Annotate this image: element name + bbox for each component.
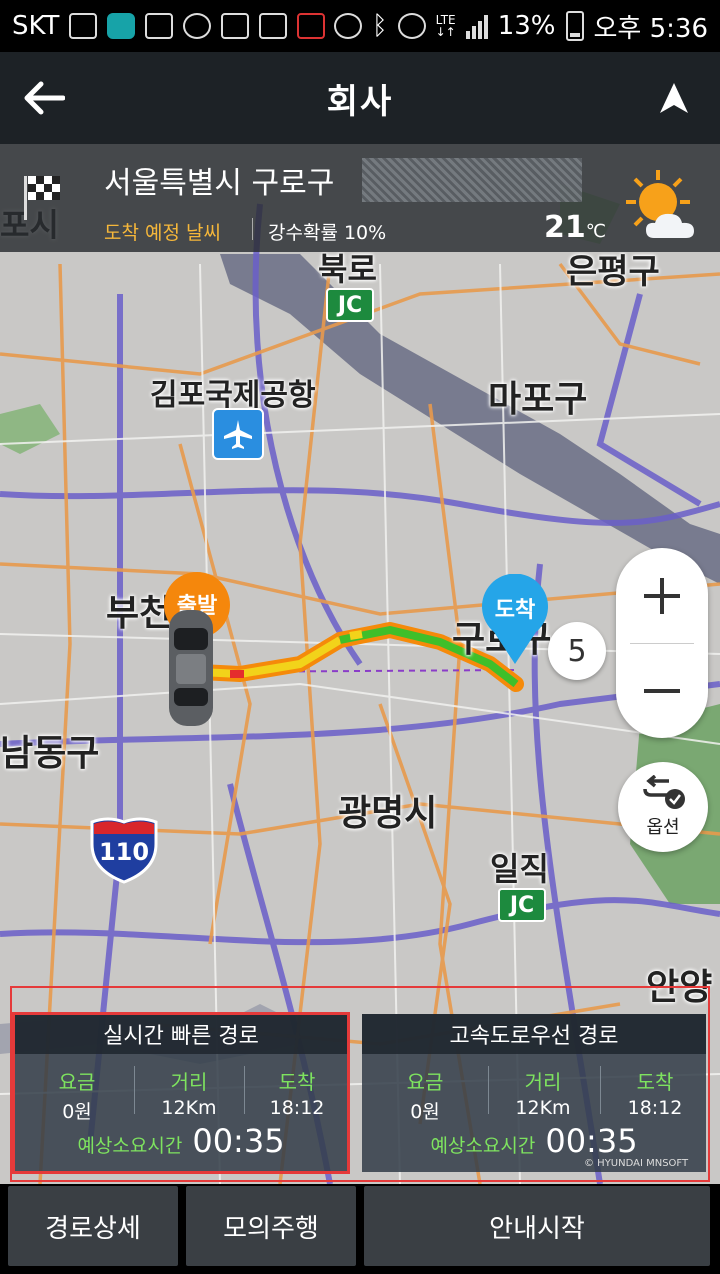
image-icon [145,13,174,39]
highway-shield-icon: 110 [88,816,160,884]
map-label-gwangmyeong: 광명시 [338,793,438,834]
game-icon [297,13,326,39]
option-label: 옵션 [646,817,680,838]
battery-icon [565,11,584,41]
map-label-namdong: 남동구 [0,733,100,774]
clock: 오후 5:36 [593,13,709,44]
status-bar: SKT ᛒ LTE ↓↑ 13% 오후 5:36 [0,0,720,52]
signal-icon [465,13,488,39]
divider [252,218,253,240]
route-detail-button[interactable]: 경로상세 [8,1186,178,1266]
start-guidance-button[interactable]: 안내시작 [364,1186,710,1266]
route-fee: 요금 0원 [406,1070,444,1123]
status-left: SKT [12,11,326,41]
network-type: LTE ↓↑ [435,13,456,39]
back-button[interactable] [18,72,70,124]
navigation-arrow-icon [660,83,688,113]
map-copyright: © HYUNDAI MNSOFT [584,1158,689,1169]
carrier-label: SKT [12,11,60,41]
address-redacted [362,158,582,202]
end-pin: 도착 [480,573,550,666]
map-label-iljik: 일직 [490,850,549,888]
partly-cloudy-icon [626,170,694,238]
route-option-button[interactable]: 옵션 [618,762,708,852]
zoom-in-button[interactable] [616,548,708,643]
arrival-weather-label: 도착 예정 날씨 [104,222,221,244]
car-icon [169,610,213,726]
route-distance: 거리 12Km [515,1070,571,1119]
jc-badge-bukro: JC [326,288,374,322]
title-bar: 회사 [0,52,720,144]
chart-icon [259,13,288,39]
app-notification-icon [107,13,136,39]
airport-icon [212,408,264,460]
alarm-icon [397,13,426,39]
navigation-button[interactable] [648,72,700,124]
map-label-mapo: 마포구 [488,379,588,420]
jc-badge-iljik: JC [498,888,546,922]
simulation-button[interactable]: 모의주행 [186,1186,356,1266]
gps-icon [333,13,362,39]
route-arrival: 도착 18:12 [627,1070,683,1119]
plus-box-icon [69,13,98,39]
destination-info: 서울특별시 구로구 도착 예정 날씨 강수확률 10% 21℃ [0,144,720,252]
bottom-action-bar: 경로상세 모의주행 안내시작 [0,1184,720,1274]
checkered-flag-icon [24,176,60,220]
route-eta: 예상소요시간 00:35 [430,1122,638,1160]
temperature: 21℃ [544,210,606,245]
bluetooth-icon: ᛒ [371,11,388,41]
zoom-control [616,548,708,738]
minus-icon [644,688,680,693]
zoom-out-button[interactable] [616,643,708,738]
status-right: ᛒ LTE ↓↑ 13% 오후 5:36 [333,8,709,45]
route-card-highway[interactable]: 고속도로우선 경로 요금 0원 거리 12Km 도착 18:12 예상소요시간 … [362,1014,706,1172]
end-pin-label: 도착 [494,598,536,623]
route-card-title: 고속도로우선 경로 [362,1014,706,1054]
mail-icon [221,13,250,39]
arrow-left-icon [24,81,65,115]
destination-address: 서울특별시 구로구 [104,166,335,201]
route-option-icon [643,775,685,809]
plus-icon [644,577,680,614]
shield-icon [183,13,212,39]
selected-route-highlight [12,1012,350,1174]
battery-percent: 13% [497,11,556,41]
highway-number: 110 [98,838,150,866]
route-number-badge: 5 [548,622,606,680]
page-title: 회사 [326,81,394,122]
rain-probability: 강수확률 10% [268,222,387,244]
